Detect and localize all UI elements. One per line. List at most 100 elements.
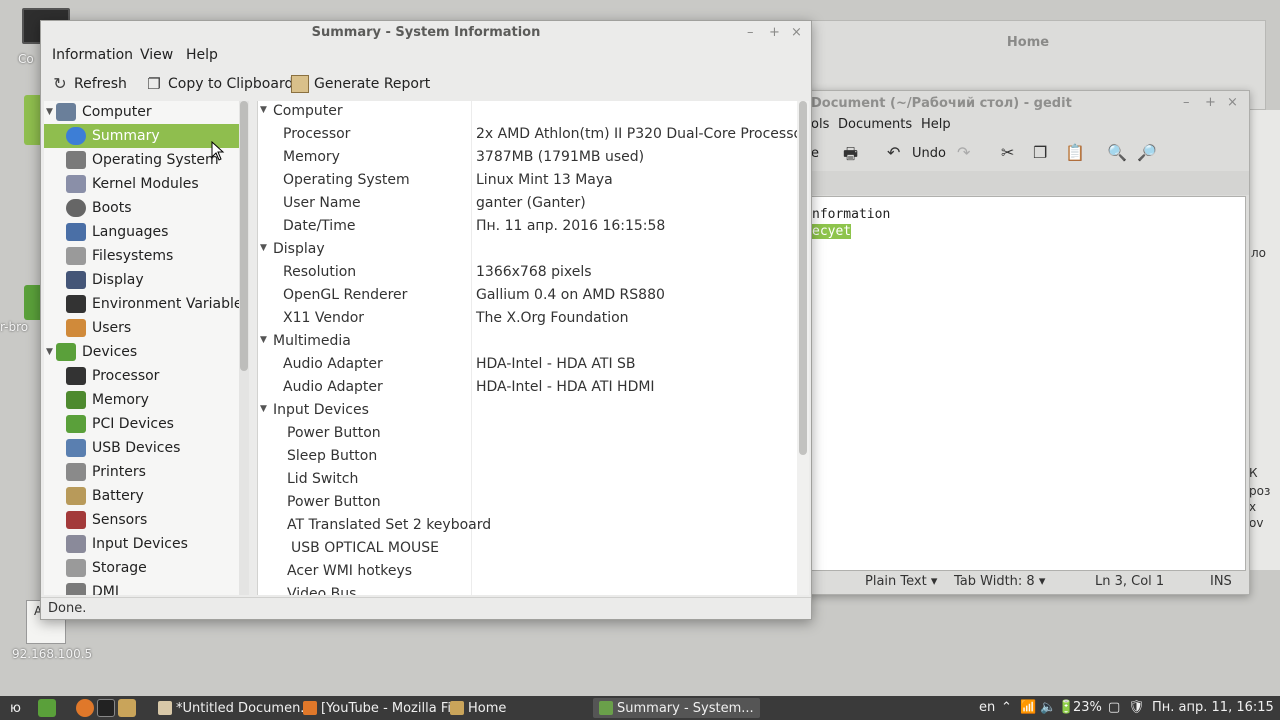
wifi-icon[interactable]: 📶 bbox=[1020, 700, 1036, 715]
chevron-up-icon[interactable]: ⌃ bbox=[1001, 700, 1012, 715]
tree-item-input-devices[interactable]: Input Devices bbox=[44, 532, 239, 556]
details-section-row[interactable]: ▼ Computer bbox=[258, 101, 797, 124]
details-row[interactable]: Video Bus bbox=[258, 584, 797, 595]
search-icon[interactable]: 🔍 bbox=[1107, 143, 1127, 162]
gedit-window[interactable]: Document (~/Рабочий стол) - gedit – + × … bbox=[790, 90, 1250, 595]
details-row[interactable]: Audio Adapter HDA-Intel - HDA ATI SB bbox=[258, 354, 797, 377]
tree-item-environment-variables[interactable]: Environment Variables bbox=[44, 292, 239, 316]
menu-button[interactable]: ю bbox=[10, 698, 21, 718]
minimize-button[interactable]: – bbox=[747, 25, 754, 40]
tree-item-devices[interactable]: ▼ Devices bbox=[44, 340, 239, 364]
details-row[interactable]: Power Button bbox=[258, 492, 797, 515]
tree-item-display[interactable]: Display bbox=[44, 268, 239, 292]
menu-view[interactable]: View bbox=[140, 47, 173, 63]
details-pane[interactable]: ▼ Computer Processor 2x AMD Athlon(tm) II P… bbox=[257, 101, 797, 595]
print-icon[interactable]: 🖶 bbox=[843, 143, 858, 170]
tree-item-sensors[interactable]: Sensors bbox=[44, 508, 239, 532]
tree-scrollbar[interactable] bbox=[239, 101, 249, 595]
details-section-row[interactable]: ▼ Multimedia bbox=[258, 331, 797, 354]
details-row[interactable]: Acer WMI hotkeys bbox=[258, 561, 797, 584]
gedit-menu-tools[interactable]: ols bbox=[811, 117, 829, 132]
details-section-row[interactable]: ▼ Input Devices bbox=[258, 400, 797, 423]
tree-item-usb-devices[interactable]: USB Devices bbox=[44, 436, 239, 460]
expander-icon[interactable]: ▼ bbox=[260, 404, 267, 414]
category-tree[interactable]: ▼ Computer Summary Operating System Kernel M… bbox=[44, 101, 239, 595]
gedit-menu-help[interactable]: Help bbox=[921, 117, 951, 132]
paste-icon[interactable]: 📋 bbox=[1065, 143, 1085, 162]
undo-icon[interactable]: ↶ bbox=[887, 143, 900, 162]
volume-icon[interactable]: 🔈 bbox=[1040, 700, 1056, 715]
gedit-menu-documents[interactable]: Documents bbox=[838, 117, 912, 132]
battery-icon[interactable]: 🔋 bbox=[1058, 700, 1074, 715]
gedit-maximize-button[interactable]: + bbox=[1205, 95, 1216, 110]
expander-icon[interactable]: ▼ bbox=[46, 107, 53, 117]
details-row[interactable]: AT Translated Set 2 keyboard bbox=[258, 515, 797, 538]
generate-report-button[interactable]: Generate Report bbox=[291, 73, 430, 95]
tree-item-boots[interactable]: Boots bbox=[44, 196, 239, 220]
menu-information[interactable]: Information bbox=[52, 47, 133, 63]
tree-item-pci-devices[interactable]: PCI Devices bbox=[44, 412, 239, 436]
task-button[interactable]: *Untitled Documen... bbox=[158, 698, 313, 718]
keyboard-layout[interactable]: en bbox=[979, 700, 995, 715]
details-row[interactable]: Resolution 1366x768 pixels bbox=[258, 262, 797, 285]
tree-item-computer[interactable]: ▼ Computer bbox=[44, 101, 239, 124]
details-scrollbar[interactable] bbox=[797, 101, 809, 595]
details-row[interactable]: Processor 2x AMD Athlon(tm) II P320 Dual-… bbox=[258, 124, 797, 147]
terminal-launcher-icon[interactable] bbox=[97, 699, 115, 717]
shield-icon[interactable]: 🛡 bbox=[1128, 700, 1145, 715]
gedit-editor[interactable]: nformation ecyet bbox=[791, 196, 1246, 571]
cut-icon[interactable]: ✂ bbox=[1001, 143, 1014, 162]
details-row[interactable]: Operating System Linux Mint 13 Maya bbox=[258, 170, 797, 193]
tree-scrollbar-thumb[interactable] bbox=[240, 101, 248, 371]
gedit-close-button[interactable]: × bbox=[1227, 95, 1238, 110]
details-row[interactable]: Sleep Button bbox=[258, 446, 797, 469]
menu-help[interactable]: Help bbox=[186, 47, 218, 63]
details-row[interactable]: Audio Adapter HDA-Intel - HDA ATI HDMI bbox=[258, 377, 797, 400]
copy-to-clipboard-button[interactable]: ❐ Copy to Clipboard bbox=[145, 73, 293, 95]
expander-icon[interactable]: ▼ bbox=[260, 243, 267, 253]
expander-icon[interactable]: ▼ bbox=[260, 105, 267, 115]
window-icon[interactable]: ▢ bbox=[1108, 700, 1120, 715]
details-row[interactable]: User Name ganter (Ganter) bbox=[258, 193, 797, 216]
task-button[interactable]: [YouTube - Mozilla Fi... bbox=[303, 698, 463, 718]
refresh-button[interactable]: ↻ Refresh bbox=[51, 73, 127, 95]
expander-icon[interactable]: ▼ bbox=[260, 335, 267, 345]
gedit-minimize-button[interactable]: – bbox=[1183, 95, 1190, 110]
redo-icon[interactable]: ↷ bbox=[957, 143, 970, 162]
tree-item-dmi[interactable]: DMI bbox=[44, 580, 239, 595]
show-desktop-icon[interactable] bbox=[38, 699, 56, 717]
tree-item-memory[interactable]: Memory bbox=[44, 388, 239, 412]
gedit-undo-label[interactable]: Undo bbox=[912, 146, 946, 161]
maximize-button[interactable]: + bbox=[769, 25, 780, 40]
language-selector[interactable]: Plain Text ▾ bbox=[865, 574, 937, 589]
tree-item-languages[interactable]: Languages bbox=[44, 220, 239, 244]
close-button[interactable]: × bbox=[791, 25, 802, 40]
details-row[interactable]: OpenGL Renderer Gallium 0.4 on AMD RS880 bbox=[258, 285, 797, 308]
details-row[interactable]: Lid Switch bbox=[258, 469, 797, 492]
tree-item-kernel-modules[interactable]: Kernel Modules bbox=[44, 172, 239, 196]
details-row[interactable]: Power Button bbox=[258, 423, 797, 446]
tree-item-filesystems[interactable]: Filesystems bbox=[44, 244, 239, 268]
details-section-row[interactable]: ▼ Display bbox=[258, 239, 797, 262]
tree-item-storage[interactable]: Storage bbox=[44, 556, 239, 580]
details-row[interactable]: USB OPTICAL MOUSE bbox=[258, 538, 797, 561]
copy-icon[interactable]: ❐ bbox=[1033, 143, 1047, 162]
tree-item-battery[interactable]: Battery bbox=[44, 484, 239, 508]
clock[interactable]: Пн. апр. 11, 16:15 bbox=[1152, 700, 1274, 715]
tab-width-selector[interactable]: Tab Width: 8 ▾ bbox=[954, 574, 1045, 589]
tree-item-operating-system[interactable]: Operating System bbox=[44, 148, 239, 172]
gedit-partial-button-label[interactable]: e bbox=[811, 146, 819, 161]
details-row[interactable]: Date/Time Пн. 11 апр. 2016 16:15:58 bbox=[258, 216, 797, 239]
details-row[interactable]: X11 Vendor The X.Org Foundation bbox=[258, 308, 797, 331]
task-button[interactable]: Summary - System... bbox=[593, 698, 760, 718]
files-launcher-icon[interactable] bbox=[118, 699, 136, 717]
window-titlebar[interactable]: Summary - System Information – + × bbox=[41, 21, 811, 47]
tree-item-summary[interactable]: Summary bbox=[44, 124, 239, 148]
tree-item-users[interactable]: Users bbox=[44, 316, 239, 340]
firefox-launcher-icon[interactable] bbox=[76, 699, 94, 717]
details-scrollbar-thumb[interactable] bbox=[799, 101, 807, 455]
replace-icon[interactable]: 🔎 bbox=[1137, 143, 1157, 162]
tree-item-processor[interactable]: Processor bbox=[44, 364, 239, 388]
tree-item-printers[interactable]: Printers bbox=[44, 460, 239, 484]
details-row[interactable]: Memory 3787MB (1791MB used) bbox=[258, 147, 797, 170]
